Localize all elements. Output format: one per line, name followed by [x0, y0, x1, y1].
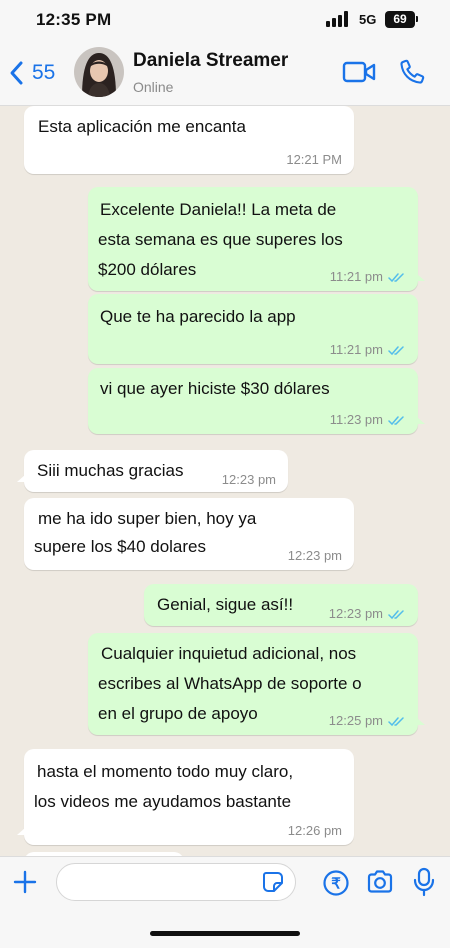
message-incoming[interactable]: Esta aplicación me encanta 12:21 PM — [24, 106, 354, 174]
message-time: 12:23 pm — [221, 472, 276, 487]
read-receipt-icon — [388, 609, 404, 619]
message-outgoing[interactable]: Que te ha parecido la app 11:21 pm — [88, 294, 418, 364]
message-time: 11:21 pm — [330, 269, 406, 285]
contact-name[interactable]: Daniela Streamer — [133, 50, 288, 72]
message-outgoing[interactable]: Genial, sigue así!! 12:23 pm — [144, 584, 418, 626]
sticker-button[interactable] — [262, 871, 284, 898]
message-time: 12:21 PM — [286, 152, 342, 167]
message-text: los videos me ayudamos bastante — [34, 792, 292, 811]
message-text: supere los $40 dolares — [34, 537, 207, 556]
message-text: me ha ido super bien, hoy ya — [38, 509, 257, 528]
message-time: 12:23 pm — [329, 606, 406, 622]
message-time: 12:25 pm — [329, 713, 406, 729]
message-incoming[interactable]: me ha ido super bien, hoy ya supere los … — [24, 498, 354, 570]
message-text: Esta aplicación me encanta — [38, 117, 246, 136]
status-bar: 12:35 PM 5G 69 — [0, 0, 450, 40]
home-indicator[interactable] — [150, 931, 300, 936]
status-time: 12:35 PM — [36, 10, 112, 29]
read-receipt-icon — [388, 272, 404, 282]
svg-text:₹: ₹ — [331, 876, 341, 893]
chat-header: 55 Daniela Streamer Online — [0, 40, 450, 106]
message-outgoing[interactable]: vi que ayer hiciste $30 dólares 11:23 pm — [88, 368, 425, 434]
video-camera-icon — [342, 61, 376, 83]
message-text: $200 dólares — [98, 260, 197, 279]
message-text: Siii muchas gracias — [37, 461, 184, 480]
contact-status: Online — [133, 79, 174, 95]
message-time: 12:26 pm — [287, 823, 342, 838]
message-text: Genial, sigue así!! — [157, 595, 294, 614]
camera-button[interactable] — [366, 869, 394, 900]
read-receipt-icon — [388, 716, 404, 726]
message-incoming[interactable]: Siii muchas gracias 12:23 pm — [17, 450, 288, 492]
message-time: 11:23 pm — [330, 412, 406, 428]
plus-icon — [13, 870, 37, 894]
message-list[interactable]: Esta aplicación me encanta 12:21 PM Exce… — [0, 106, 450, 856]
attach-button[interactable] — [12, 869, 38, 900]
phone-icon — [400, 59, 425, 84]
message-text: hasta el momento todo muy claro, — [37, 762, 294, 781]
chevron-left-icon — [10, 61, 23, 85]
message-input[interactable] — [56, 863, 296, 901]
message-text: vi que ayer hiciste $30 dólares — [100, 379, 330, 398]
battery-tip — [416, 16, 418, 22]
read-receipt-icon — [388, 415, 404, 425]
message-text: esta semana es que superes los — [98, 230, 343, 249]
microphone-button[interactable] — [413, 867, 435, 902]
message-text: Que te ha parecido la app — [100, 307, 296, 326]
video-call-button[interactable] — [342, 60, 376, 89]
camera-icon — [367, 870, 393, 893]
unread-count: 55 — [32, 61, 56, 84]
message-text: Cualquier inquietud adicional, nos — [101, 644, 357, 663]
avatar[interactable] — [74, 47, 124, 97]
network-label: 5G — [359, 12, 377, 27]
battery-indicator: 69 — [385, 11, 415, 28]
payment-icon: ₹ — [323, 870, 349, 896]
message-text: escribes al WhatsApp de soporte o — [98, 674, 362, 693]
message-time: 11:21 pm — [330, 342, 406, 358]
back-button[interactable]: 55 — [8, 56, 55, 90]
voice-call-button[interactable] — [398, 58, 426, 91]
signal-icon — [326, 11, 348, 27]
sticker-icon — [263, 872, 283, 892]
message-outgoing[interactable]: Excelente Daniela!! La meta de esta sema… — [88, 187, 425, 291]
message-incoming[interactable]: hasta el momento todo muy claro, los vid… — [17, 749, 354, 845]
composer-bar: ₹ — [0, 856, 450, 948]
message-text: Excelente Daniela!! La meta de — [100, 200, 337, 219]
read-receipt-icon — [388, 345, 404, 355]
message-outgoing[interactable]: Cualquier inquietud adicional, nos escri… — [88, 633, 425, 735]
message-text: en el grupo de apoyo — [98, 704, 258, 723]
message-time: 12:23 pm — [287, 548, 342, 563]
payment-button[interactable]: ₹ — [322, 869, 350, 902]
microphone-icon — [413, 867, 435, 897]
